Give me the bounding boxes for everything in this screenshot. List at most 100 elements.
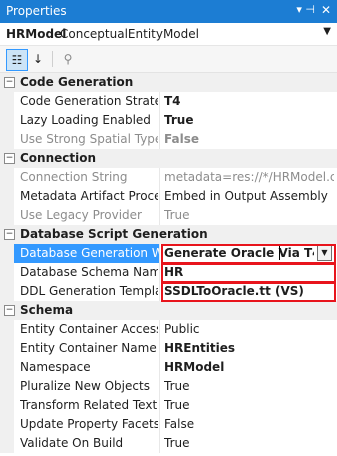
property-value[interactable]: False	[164, 132, 334, 146]
property-name: Validate On Build	[20, 436, 124, 450]
close-icon[interactable]: ✕	[321, 3, 331, 17]
object-name: HRModel	[6, 27, 67, 41]
property-name: Entity Container Name	[20, 341, 157, 355]
dropdown-arrow-icon[interactable]: ▼	[317, 245, 332, 261]
property-name: Connection String	[20, 170, 128, 184]
property-name: DDL Generation Template	[20, 284, 158, 298]
collapse-icon[interactable]: −	[4, 153, 15, 164]
category-label: Connection	[20, 151, 97, 165]
alphabetical-icon[interactable]: ↓	[28, 49, 48, 69]
column-divider[interactable]	[159, 168, 160, 187]
property-value[interactable]: Generate Oracle Via T4 (TPT)	[164, 246, 314, 260]
property-value[interactable]: HR	[164, 265, 334, 279]
column-divider[interactable]	[159, 206, 160, 225]
column-divider[interactable]	[159, 320, 160, 339]
property-row[interactable]: Transform Related Text Te True	[0, 396, 337, 415]
property-value[interactable]: True	[164, 379, 334, 393]
category-label: Database Script Generation	[20, 227, 208, 241]
property-value[interactable]: Embed in Output Assembly	[164, 189, 334, 203]
property-name: Pluralize New Objects	[20, 379, 150, 393]
property-row[interactable]: Validate On Build True	[0, 434, 337, 453]
row-gutter	[0, 168, 14, 187]
row-gutter	[0, 244, 14, 263]
property-row[interactable]: Connection String metadata=res://*/HRMode…	[0, 168, 337, 187]
category-header[interactable]: − Database Script Generation	[0, 225, 337, 244]
object-selector[interactable]: HRModel ConceptualEntityModel ▼	[0, 23, 337, 46]
property-row[interactable]: Database Schema Name HR	[0, 263, 337, 282]
property-name: Database Generation Work	[14, 244, 159, 263]
column-divider[interactable]	[159, 244, 160, 263]
column-divider[interactable]	[159, 377, 160, 396]
property-row[interactable]: DDL Generation Template SSDLToOracle.tt (…	[0, 282, 337, 301]
property-row[interactable]: Use Strong Spatial Types False	[0, 130, 337, 149]
collapse-icon[interactable]: −	[4, 77, 15, 88]
row-gutter	[0, 396, 14, 415]
pin-icon[interactable]: ▾ ⊣	[296, 3, 315, 16]
value-dropdown[interactable]: Generate Oracle Via T4 (TPT)▼	[163, 244, 333, 262]
column-divider[interactable]	[159, 92, 160, 111]
row-gutter	[0, 92, 14, 111]
category-label: Code Generation	[20, 75, 134, 89]
row-gutter	[0, 187, 14, 206]
property-grid: −Code GenerationCode Generation Strategy…	[0, 73, 337, 453]
property-value[interactable]: HRModel	[164, 360, 334, 374]
property-value[interactable]: True	[164, 398, 334, 412]
column-divider[interactable]	[159, 358, 160, 377]
property-row[interactable]: Update Property Facets False	[0, 415, 337, 434]
property-name: Database Schema Name	[20, 265, 158, 279]
column-divider[interactable]	[159, 263, 160, 282]
object-type: ConceptualEntityModel	[60, 27, 199, 41]
column-divider[interactable]	[159, 282, 160, 301]
property-name: Namespace	[20, 360, 91, 374]
column-divider[interactable]	[159, 339, 160, 358]
property-value[interactable]: True	[164, 208, 334, 222]
text-cursor	[279, 245, 280, 260]
property-name: Use Legacy Provider	[20, 208, 142, 222]
property-value[interactable]: T4	[164, 94, 334, 108]
property-name: Use Strong Spatial Types	[20, 132, 158, 146]
property-row[interactable]: Entity Container Name HREntities	[0, 339, 337, 358]
property-row[interactable]: Pluralize New Objects True	[0, 377, 337, 396]
row-gutter	[0, 111, 14, 130]
collapse-icon[interactable]: −	[4, 305, 15, 316]
window-title: Properties	[6, 4, 67, 18]
property-value[interactable]: False	[164, 417, 334, 431]
property-name: Code Generation Strategy	[20, 94, 158, 108]
row-gutter	[0, 434, 14, 453]
column-divider[interactable]	[159, 396, 160, 415]
property-name: Metadata Artifact Processi	[20, 189, 158, 203]
collapse-icon[interactable]: −	[4, 229, 15, 240]
property-row[interactable]: Code Generation Strategy T4	[0, 92, 337, 111]
toolbar-separator	[52, 51, 53, 67]
property-value[interactable]: Public	[164, 322, 334, 336]
row-gutter	[0, 415, 14, 434]
column-divider[interactable]	[159, 111, 160, 130]
property-name: Transform Related Text Te	[20, 398, 158, 412]
category-header[interactable]: − Connection	[0, 149, 337, 168]
category-header[interactable]: − Schema	[0, 301, 337, 320]
property-name: Entity Container Access	[20, 322, 158, 336]
property-value[interactable]: SSDLToOracle.tt (VS)	[164, 284, 334, 298]
property-value[interactable]: HREntities	[164, 341, 334, 355]
property-value[interactable]: True	[164, 113, 334, 127]
property-row[interactable]: Namespace HRModel	[0, 358, 337, 377]
property-row[interactable]: Lazy Loading Enabled True	[0, 111, 337, 130]
toolbar: ☷ ↓ ⚲	[0, 46, 337, 73]
property-pages-icon[interactable]: ⚲	[58, 49, 78, 69]
property-row[interactable]: Use Legacy Provider True	[0, 206, 337, 225]
row-gutter	[0, 320, 14, 339]
property-value[interactable]: True	[164, 436, 334, 450]
chevron-down-icon[interactable]: ▼	[323, 26, 331, 37]
row-gutter	[0, 263, 14, 282]
property-value[interactable]: metadata=res://*/HRModel.csdl	[164, 170, 334, 184]
column-divider[interactable]	[159, 434, 160, 453]
column-divider[interactable]	[159, 130, 160, 149]
row-gutter	[0, 206, 14, 225]
category-header[interactable]: − Code Generation	[0, 73, 337, 92]
property-row[interactable]: Database Generation WorkGenerate Oracle …	[0, 244, 337, 263]
property-row[interactable]: Metadata Artifact Processi Embed in Outpu…	[0, 187, 337, 206]
column-divider[interactable]	[159, 415, 160, 434]
column-divider[interactable]	[159, 187, 160, 206]
categorized-icon[interactable]: ☷	[6, 49, 28, 71]
property-row[interactable]: Entity Container Access Public	[0, 320, 337, 339]
